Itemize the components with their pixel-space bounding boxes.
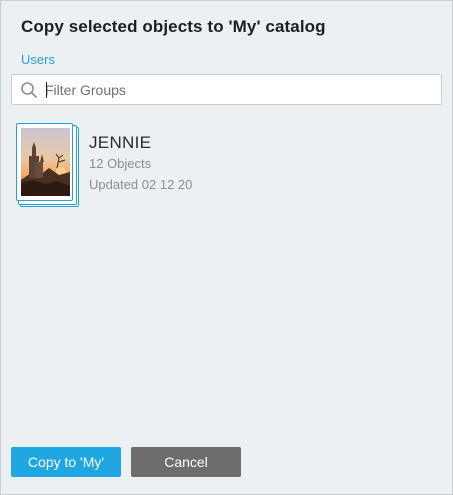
group-updated-date: Updated 02 12 20 <box>89 177 193 192</box>
dialog-title: Copy selected objects to 'My' catalog <box>21 17 326 36</box>
copy-to-my-button[interactable]: Copy to 'My' <box>11 447 121 477</box>
filter-groups-input[interactable] <box>45 79 435 100</box>
cancel-button[interactable]: Cancel <box>131 447 241 477</box>
text-cursor <box>46 82 47 98</box>
group-object-count: 12 Objects <box>89 156 152 171</box>
breadcrumb-users[interactable]: Users <box>21 52 55 67</box>
copy-dialog: Copy selected objects to 'My' catalog Us… <box>0 0 453 495</box>
group-name: JENNIE <box>89 133 152 152</box>
search-box[interactable] <box>11 74 442 105</box>
group-item-jennie[interactable]: JENNIE 12 Objects Updated 02 12 20 <box>15 122 315 212</box>
search-icon <box>20 81 38 99</box>
castle-sunset-image <box>16 123 73 201</box>
group-thumbnail-stack <box>15 122 81 208</box>
